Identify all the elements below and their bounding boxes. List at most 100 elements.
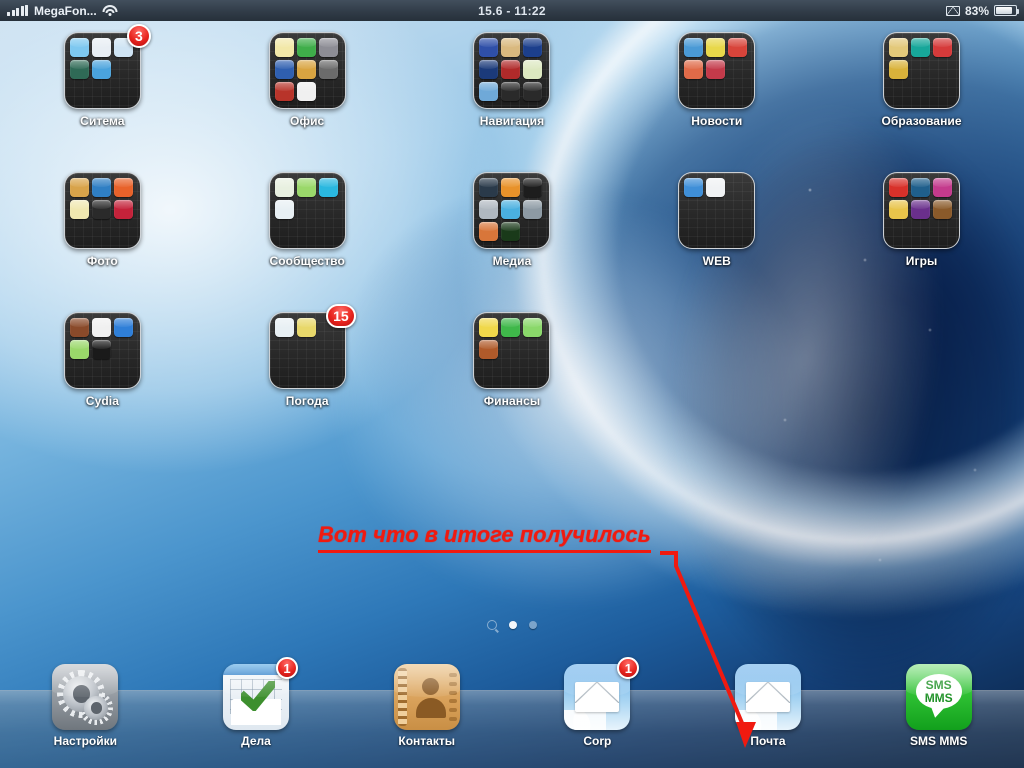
- dock-icon-wrap[interactable]: [393, 664, 460, 730]
- folder-mini-app-icon: [501, 60, 521, 79]
- dock-item-дела[interactable]: 1 Дела: [171, 657, 342, 748]
- folder-mini-app-icon: [523, 178, 543, 197]
- folder-mini-icon-grid: [274, 178, 340, 219]
- folder-label: Cydia: [85, 394, 119, 408]
- folder-mini-app-icon: [728, 38, 748, 57]
- dock-item-почта[interactable]: Почта: [683, 664, 854, 748]
- folder-label: Медиа: [492, 254, 532, 268]
- page-dot-1[interactable]: [509, 621, 517, 629]
- folder-mini-icon-grid: [889, 178, 954, 219]
- folder-mini-app-icon: [684, 38, 704, 57]
- folder-icon-wrap[interactable]: [883, 32, 961, 109]
- folder-mini-icon-grid: [69, 318, 135, 359]
- folder-mini-app-icon: [296, 318, 316, 337]
- folder-label: Ситема: [80, 114, 125, 128]
- folder-mini-app-icon: [479, 178, 499, 197]
- envelope-icon: [945, 5, 960, 16]
- folder-cell: Навигация: [410, 32, 615, 172]
- dock-item-corp[interactable]: 1 Corp: [512, 657, 683, 748]
- settings-gear-icon[interactable]: [52, 664, 119, 730]
- folder-icon[interactable]: [268, 32, 346, 109]
- page-dot-2[interactable]: [529, 621, 537, 629]
- folder-mini-app-icon: [318, 60, 338, 79]
- folder-icon-wrap[interactable]: [678, 32, 756, 109]
- dock-item-контакты[interactable]: Контакты: [341, 664, 512, 748]
- folder-mini-app-icon: [889, 200, 909, 219]
- folder-icon[interactable]: [473, 32, 551, 109]
- folder-icon-wrap[interactable]: [63, 312, 141, 389]
- folder-mini-icon-grid: [479, 318, 544, 359]
- folder-icon[interactable]: [473, 312, 551, 389]
- folder-icon[interactable]: [268, 172, 346, 249]
- folder-icon[interactable]: [678, 32, 756, 109]
- app-grid-row: Cydia 15 Погода Финансы: [0, 304, 1024, 452]
- search-dot-icon[interactable]: [487, 620, 497, 630]
- status-bar: MegaFon... 15.6 - 11:22 83%: [0, 0, 1024, 21]
- folder-icon-wrap[interactable]: [63, 172, 141, 249]
- folder-icon[interactable]: [473, 172, 551, 249]
- folder-label: Сообщество: [269, 254, 345, 268]
- sms-bubble-icon[interactable]: SMS MMS: [905, 664, 972, 730]
- app-grid-row: Фото Сообщество Медиа WEB Игры: [0, 172, 1024, 312]
- folder-icon-wrap[interactable]: [678, 172, 756, 249]
- folder-mini-app-icon: [523, 38, 543, 57]
- folder-icon[interactable]: [678, 172, 756, 249]
- status-bar-right: 83%: [945, 4, 1024, 18]
- folder-mini-app-icon: [69, 38, 89, 57]
- folder-label: Офис: [290, 114, 325, 128]
- folder-mini-app-icon: [911, 178, 931, 197]
- dock-item-label: SMS MMS: [910, 734, 968, 748]
- folder-icon[interactable]: [63, 312, 141, 389]
- dock-icon-wrap[interactable]: [52, 664, 119, 730]
- folder-mini-app-icon: [91, 200, 111, 219]
- folder-cell: Медиа: [410, 172, 615, 312]
- folder-icon-wrap[interactable]: [883, 172, 961, 249]
- dock-icon-wrap[interactable]: SMS MMS: [905, 664, 972, 730]
- dock-item-label: Контакты: [398, 734, 455, 748]
- folder-icon[interactable]: [883, 32, 961, 109]
- folder-icon-wrap[interactable]: [268, 32, 346, 109]
- folder-mini-icon-grid: [684, 38, 749, 79]
- folder-icon[interactable]: [63, 172, 141, 249]
- folder-icon-wrap[interactable]: [473, 172, 551, 249]
- folder-badge: 15: [326, 304, 356, 328]
- dock-icon-wrap[interactable]: 1: [223, 657, 298, 730]
- folder-label: Финансы: [483, 394, 541, 408]
- folder-mini-app-icon: [274, 38, 294, 57]
- dock-item-label: Corp: [583, 734, 612, 748]
- folder-mini-app-icon: [479, 318, 499, 337]
- folder-cell: WEB: [614, 172, 819, 312]
- folder-icon-wrap[interactable]: [473, 32, 551, 109]
- folder-mini-app-icon: [113, 318, 133, 337]
- folder-mini-app-icon: [479, 82, 499, 101]
- folder-icon-wrap[interactable]: 3: [63, 24, 151, 109]
- mail-envelope-icon[interactable]: [735, 664, 802, 730]
- folder-mini-app-icon: [706, 178, 726, 197]
- folder-mini-icon-grid: [479, 38, 544, 101]
- folder-label: Игры: [905, 254, 938, 268]
- folder-icon[interactable]: [883, 172, 961, 249]
- dock-item-настройки[interactable]: Настройки: [0, 664, 171, 748]
- folder-mini-app-icon: [706, 60, 726, 79]
- folder-mini-app-icon: [91, 178, 111, 197]
- folder-icon-wrap[interactable]: [473, 312, 551, 389]
- dock-item-label: Дела: [241, 734, 271, 748]
- contacts-book-icon[interactable]: [393, 664, 460, 730]
- folder-mini-app-icon: [479, 200, 499, 219]
- folder-mini-app-icon: [274, 60, 294, 79]
- folder-mini-app-icon: [911, 200, 931, 219]
- folder-mini-app-icon: [113, 178, 133, 197]
- dock-icon-wrap[interactable]: [735, 664, 802, 730]
- folder-mini-app-icon: [296, 178, 316, 197]
- folder-mini-app-icon: [501, 38, 521, 57]
- folder-icon-wrap[interactable]: [268, 172, 346, 249]
- folder-mini-app-icon: [889, 60, 909, 79]
- sms-bubble-line1: SMS: [925, 677, 952, 692]
- dock-badge: 1: [617, 657, 640, 679]
- folder-badge: 3: [126, 24, 151, 48]
- folder-mini-app-icon: [501, 200, 521, 219]
- dock-item-sms-mms[interactable]: SMS MMS SMS MMS: [853, 664, 1024, 748]
- dock-icon-wrap[interactable]: 1: [564, 657, 640, 730]
- page-indicator[interactable]: [0, 620, 1024, 630]
- folder-icon-wrap[interactable]: 15: [268, 304, 356, 389]
